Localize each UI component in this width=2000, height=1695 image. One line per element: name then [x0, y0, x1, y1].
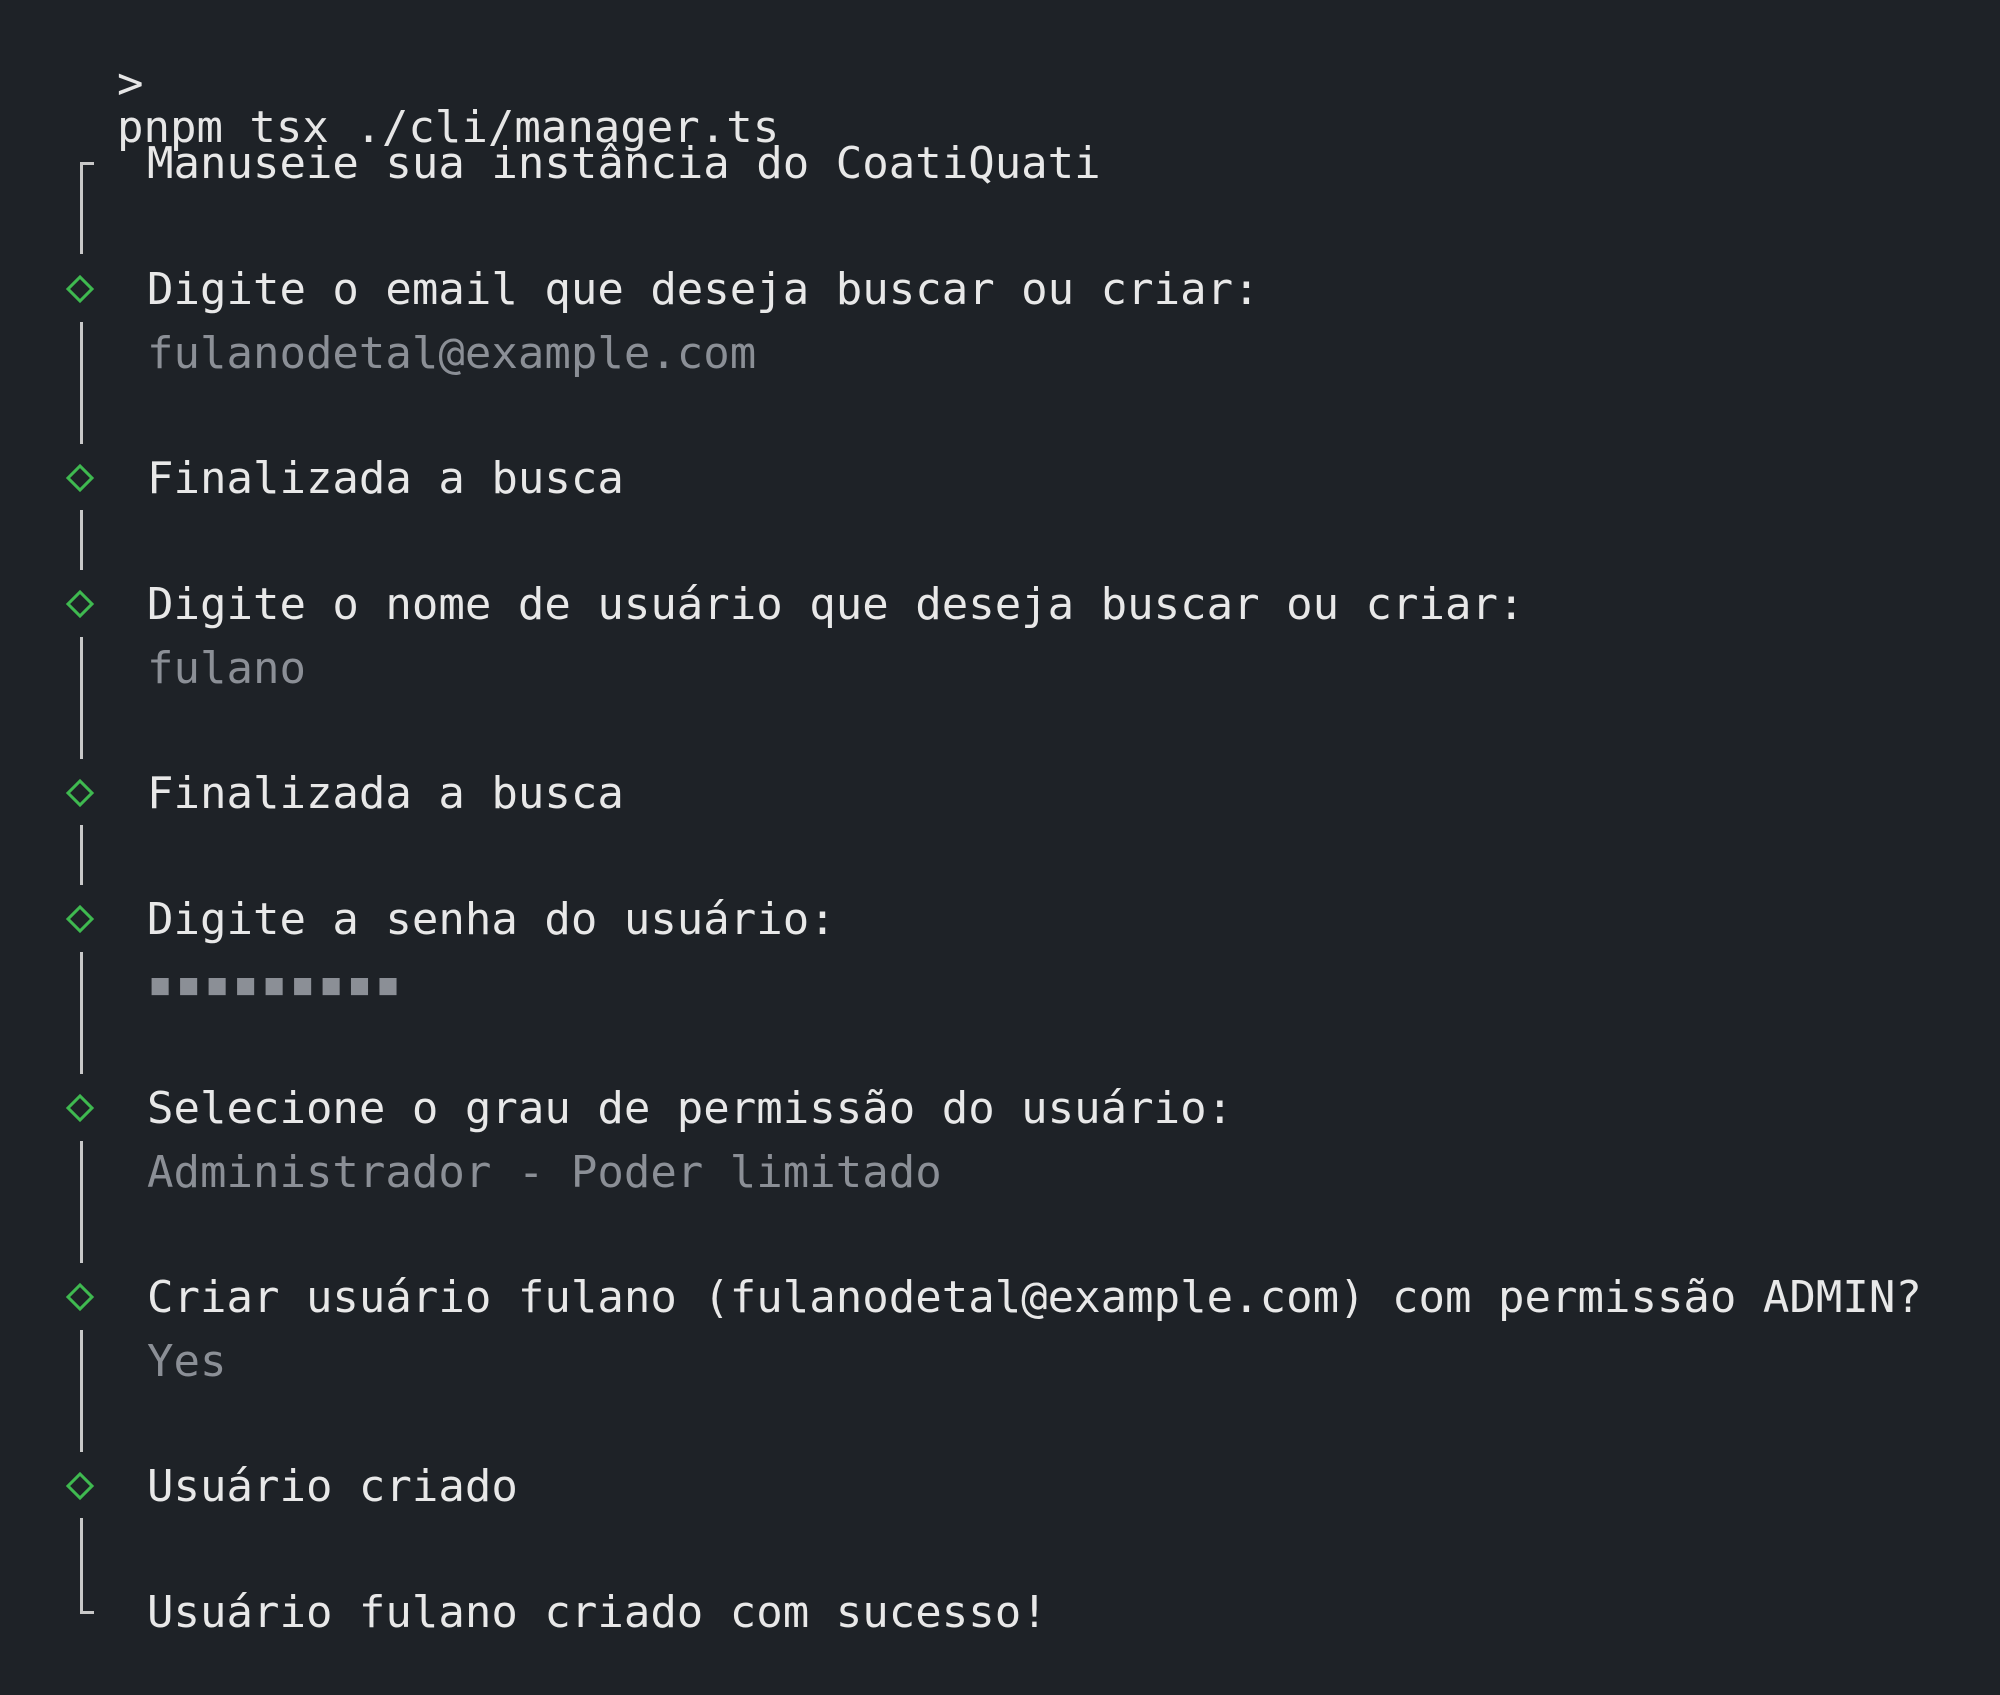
rail-segment — [80, 1330, 83, 1452]
step-diamond-icon — [65, 1093, 95, 1123]
rail-bottom-corner — [80, 1611, 94, 1614]
step-label: Digite o nome de usuário que deseja busc… — [147, 579, 1525, 630]
step-label: Usuário criado — [147, 1461, 518, 1512]
step-diamond-icon — [65, 1471, 95, 1501]
intro-heading: Manuseie sua instância do CoatiQuati — [147, 138, 1101, 189]
step-diamond-icon — [65, 904, 95, 934]
rail-segment — [80, 162, 83, 254]
step-diamond-icon — [65, 589, 95, 619]
step-label: Finalizada a busca — [147, 768, 624, 819]
rail-segment — [80, 322, 83, 444]
step-value: Administrador - Poder limitado — [147, 1147, 942, 1198]
step-label: Selecione o grau de permissão do usuário… — [147, 1083, 1234, 1134]
rail-segment — [80, 637, 83, 759]
step-value: fulano — [147, 643, 306, 694]
step-diamond-icon — [65, 1282, 95, 1312]
step-label: Digite o email que deseja buscar ou cria… — [147, 264, 1260, 315]
command-line: > pnpm tsx ./cli/manager.ts — [64, 18, 779, 150]
step-label: Digite a senha do usuário: — [147, 894, 836, 945]
rail-segment — [80, 952, 83, 1074]
outro-message: Usuário fulano criado com sucesso! — [147, 1587, 1048, 1638]
step-value: Yes — [147, 1336, 227, 1387]
step-label: Finalizada a busca — [147, 453, 624, 504]
step-diamond-icon — [65, 274, 95, 304]
rail-segment — [80, 510, 83, 570]
rail-segment — [80, 1141, 83, 1263]
step-diamond-icon — [65, 463, 95, 493]
step-diamond-icon — [65, 778, 95, 808]
step-value: fulanodetal@example.com — [147, 328, 757, 379]
rail-segment — [80, 1518, 83, 1613]
step-label: Criar usuário fulano (fulanodetal@exampl… — [147, 1272, 1922, 1323]
password-mask: ▪▪▪▪▪▪▪▪▪ — [147, 958, 404, 1009]
rail-segment — [80, 825, 83, 885]
